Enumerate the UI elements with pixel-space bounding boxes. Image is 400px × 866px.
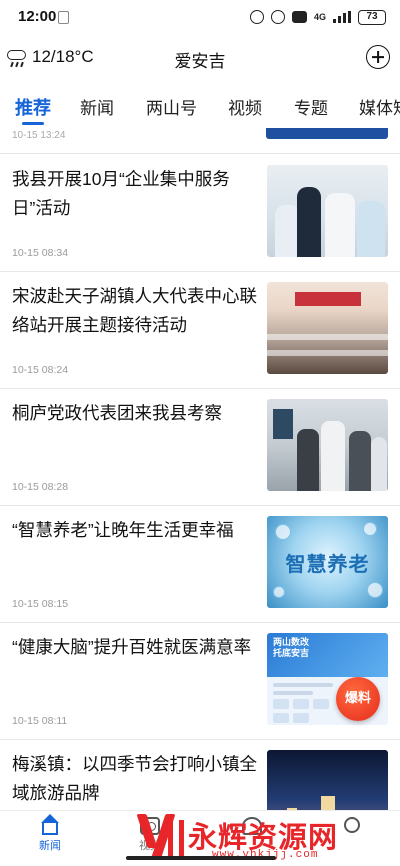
item-title: 宋波赴天子湖镇人大代表中心联络站开展主题接待活动 xyxy=(12,286,257,335)
watermark-logo xyxy=(136,814,184,860)
list-item[interactable]: “智慧养老”让晚年生活更幸福 10-15 08:15 智慧养老 xyxy=(0,506,400,623)
status-bar: 12:00 4G 73 xyxy=(0,0,400,34)
hd-icon xyxy=(291,11,307,23)
thumb-caption: 两山数改 托底安吉 xyxy=(273,637,310,658)
item-date: 10-15 08:15 xyxy=(12,598,69,610)
watermark: 永辉资源网 www.yhkjjj.com xyxy=(136,812,378,862)
status-icons: 4G 73 xyxy=(249,9,386,25)
nav-label: 新闻 xyxy=(39,840,61,852)
thumb-caption: 智慧养老 xyxy=(285,554,370,576)
list-item[interactable]: 桐庐党政代表团来我县考察 10-15 08:28 xyxy=(0,389,400,506)
item-date: 10-15 08:34 xyxy=(12,247,69,259)
item-thumbnail xyxy=(267,282,388,374)
headset-icon xyxy=(249,10,264,24)
list-item[interactable]: 梅溪镇：以四季节会打响小镇全域旅游品牌 xyxy=(0,740,400,810)
alarm-icon xyxy=(270,10,285,24)
item-title: 桐庐党政代表团来我县考察 xyxy=(12,403,222,423)
list-item[interactable]: 宋波赴天子湖镇人大代表中心联络站开展主题接待活动 10-15 08:24 xyxy=(0,272,400,389)
list-item[interactable]: “健康大脑”提升百姓就医满意率 10-15 08:11 两山数改 托底安吉 xyxy=(0,623,400,740)
report-news-button[interactable]: 爆料 xyxy=(336,677,380,721)
item-date: 10-15 08:24 xyxy=(12,364,69,376)
network-label: 4G xyxy=(313,12,326,22)
sim-icon xyxy=(58,11,69,24)
tab-video[interactable]: 视频 xyxy=(228,94,262,119)
tab-liangshan[interactable]: 两山号 xyxy=(146,94,197,119)
item-thumbnail xyxy=(267,165,388,257)
battery-icon: 73 xyxy=(358,9,386,25)
home-indicator[interactable] xyxy=(126,856,276,860)
item-thumbnail xyxy=(267,399,388,491)
status-time: 12:00 xyxy=(18,8,57,25)
nav-news[interactable]: 新闻 xyxy=(10,811,90,866)
item-title: 我县开展10月“企业集中服务日”活动 xyxy=(12,169,230,218)
tab-media-matrix[interactable]: 媒体矩阵 xyxy=(359,94,400,119)
signal-icon xyxy=(333,11,351,23)
home-icon-body xyxy=(42,822,58,835)
list-item[interactable]: 我县开展10月“企业集中服务日”活动 10-15 08:34 xyxy=(0,155,400,272)
tab-indicator xyxy=(22,122,44,125)
item-thumbnail xyxy=(266,128,388,139)
item-date: 10-15 08:11 xyxy=(12,715,68,727)
list-item[interactable]: 10-15 13:24 xyxy=(0,128,400,154)
app-title: 爱安吉 xyxy=(174,52,226,71)
tab-topics[interactable]: 专题 xyxy=(294,94,328,119)
tab-news[interactable]: 新闻 xyxy=(80,94,114,119)
channel-tabs: 推荐 新闻 两山号 视频 专题 媒体矩阵 xyxy=(0,84,400,128)
item-title: 梅溪镇：以四季节会打响小镇全域旅游品牌 xyxy=(12,754,257,803)
app-header: 12/18°C 爱安吉 xyxy=(0,34,400,84)
item-date: 10-15 08:28 xyxy=(12,481,69,493)
tab-recommend[interactable]: 推荐 xyxy=(15,94,51,120)
plus-circle-icon[interactable] xyxy=(366,45,390,69)
item-thumbnail: 智慧养老 xyxy=(267,516,388,608)
item-title: “健康大脑”提升百姓就医满意率 xyxy=(12,637,252,657)
item-title: “智慧养老”让晚年生活更幸福 xyxy=(12,520,234,540)
item-thumbnail xyxy=(267,750,388,810)
item-date: 10-15 13:24 xyxy=(12,130,66,141)
